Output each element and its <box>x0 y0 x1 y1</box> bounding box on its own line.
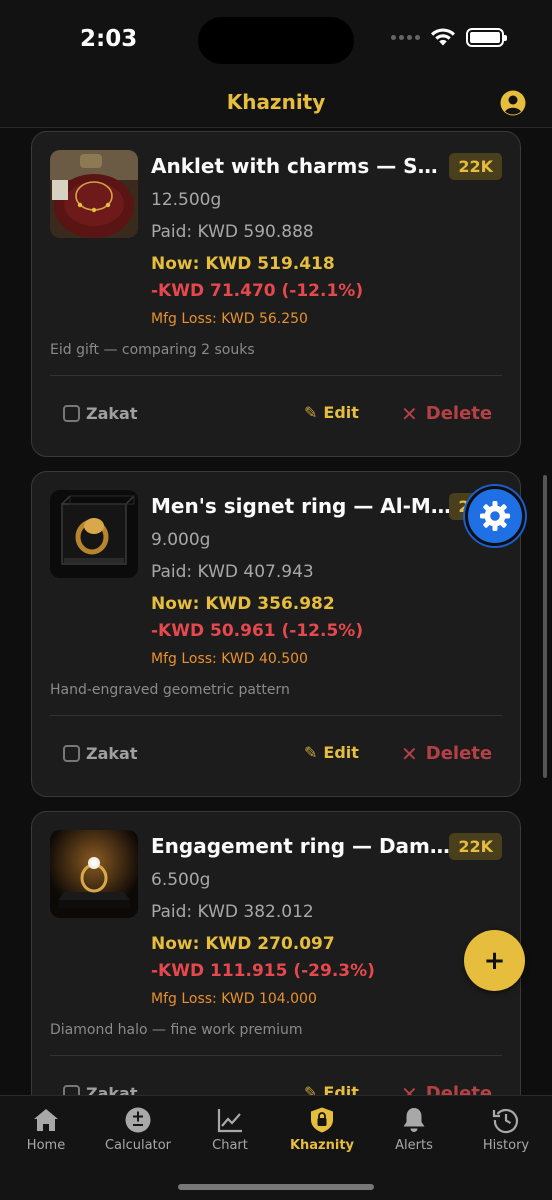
paid-amount: Paid: KWD 590.888 <box>151 222 314 242</box>
edit-label: Edit <box>323 743 359 762</box>
nav-label: Alerts <box>395 1138 433 1153</box>
dynamic-island <box>198 17 354 64</box>
cellular-signal-icon <box>391 35 420 40</box>
item-weight: 12.500g <box>151 190 222 210</box>
delete-label: Delete <box>425 1083 493 1095</box>
zakat-checkbox[interactable] <box>63 1085 80 1095</box>
edit-button[interactable]: ✎ Edit <box>304 743 359 762</box>
manufacturing-loss: Mfg Loss: KWD 56.250 <box>151 311 308 327</box>
holding-card: Engagement ring — Damascus Jewelers 22K … <box>31 811 521 1095</box>
settings-button[interactable] <box>465 486 525 546</box>
nav-label: Chart <box>212 1138 248 1153</box>
edit-button[interactable]: ✎ Edit <box>304 1083 359 1095</box>
scrollbar[interactable] <box>543 475 547 778</box>
value-change: -KWD 71.470 (-12.1%) <box>151 281 364 301</box>
delete-label: Delete <box>425 743 493 764</box>
paid-amount: Paid: KWD 382.012 <box>151 902 314 922</box>
manufacturing-loss: Mfg Loss: KWD 104.000 <box>151 991 317 1007</box>
karat-badge: 22K <box>449 153 502 180</box>
nav-khaznity[interactable]: Khaznity <box>276 1106 368 1153</box>
nav-label: Calculator <box>104 1138 171 1153</box>
nav-chart[interactable]: Chart <box>184 1106 276 1153</box>
item-name: Engagement ring — Damascus Jewelers <box>151 834 451 858</box>
delete-label: Delete <box>425 403 493 424</box>
current-value: Now: KWD 356.982 <box>151 594 335 614</box>
paid-amount: Paid: KWD 407.943 <box>151 562 314 582</box>
delete-button[interactable]: ✕ Delete <box>401 403 492 424</box>
item-photo-engagement-ring <box>50 830 138 918</box>
chart-icon <box>217 1109 242 1133</box>
card-divider <box>50 1055 502 1056</box>
home-indicator[interactable] <box>178 1184 374 1190</box>
item-weight: 9.000g <box>151 530 211 550</box>
item-name: Anklet with charms — Salhiya Complex <box>151 154 451 178</box>
app-header: Khaznity <box>0 80 552 128</box>
pencil-icon: ✎ <box>304 743 318 762</box>
add-item-button[interactable]: + <box>464 930 525 991</box>
holding-card: Anklet with charms — Salhiya Complex 22K… <box>31 131 521 457</box>
nav-calculator[interactable]: Calculator <box>92 1106 184 1153</box>
bottom-navigation: Home Calculator Chart Khaznity Alerts Hi… <box>0 1095 552 1200</box>
item-note: Diamond halo — fine work premium <box>50 1022 303 1038</box>
nav-alerts[interactable]: Alerts <box>368 1106 460 1153</box>
karat-badge: 22K <box>449 833 502 860</box>
zakat-checkbox[interactable] <box>63 745 80 762</box>
edit-label: Edit <box>323 1083 359 1095</box>
edit-button[interactable]: ✎ Edit <box>304 403 359 422</box>
gear-icon <box>480 501 510 531</box>
nav-label: Khaznity <box>289 1138 355 1153</box>
edit-label: Edit <box>323 403 359 422</box>
zakat-label: Zakat <box>86 744 138 763</box>
manufacturing-loss: Mfg Loss: KWD 40.500 <box>151 651 308 667</box>
item-note: Hand-engraved geometric pattern <box>50 682 290 698</box>
zakat-label: Zakat <box>86 1084 138 1095</box>
vault-icon <box>311 1107 333 1133</box>
item-photo-signet-ring <box>50 490 138 578</box>
zakat-toggle[interactable]: Zakat <box>63 1084 137 1095</box>
zakat-checkbox[interactable] <box>63 405 80 422</box>
holding-card: Men's signet ring — Al-Maliya Souk 22K 9… <box>31 471 521 797</box>
card-divider <box>50 715 502 716</box>
nav-home[interactable]: Home <box>0 1106 92 1153</box>
nav-label: History <box>482 1138 530 1153</box>
current-value: Now: KWD 519.418 <box>151 254 335 274</box>
nav-label: Home <box>26 1138 66 1153</box>
close-icon: ✕ <box>401 741 418 766</box>
status-bar: 2:03 <box>0 0 552 80</box>
item-name: Men's signet ring — Al-Maliya Souk <box>151 494 451 518</box>
history-icon <box>492 1109 519 1134</box>
close-icon: ✕ <box>401 401 418 426</box>
battery-icon <box>466 28 507 47</box>
pencil-icon: ✎ <box>304 403 318 422</box>
nav-history[interactable]: History <box>460 1106 552 1153</box>
item-photo-anklet <box>50 150 138 238</box>
zakat-toggle[interactable]: Zakat <box>63 744 137 763</box>
value-change: -KWD 50.961 (-12.5%) <box>151 621 364 641</box>
status-icons <box>391 28 507 47</box>
value-change: -KWD 111.915 (-29.3%) <box>151 961 375 981</box>
zakat-toggle[interactable]: Zakat <box>63 404 137 423</box>
profile-icon[interactable] <box>500 90 526 116</box>
status-time: 2:03 <box>80 26 138 52</box>
item-note: Eid gift — comparing 2 souks <box>50 342 255 358</box>
home-icon <box>34 1109 58 1131</box>
wifi-icon <box>431 28 455 46</box>
delete-button[interactable]: ✕ Delete <box>401 743 492 764</box>
close-icon: ✕ <box>401 1081 418 1096</box>
delete-button[interactable]: ✕ Delete <box>401 1083 492 1095</box>
pencil-icon: ✎ <box>304 1083 318 1095</box>
item-weight: 6.500g <box>151 870 211 890</box>
card-divider <box>50 375 502 376</box>
zakat-label: Zakat <box>86 404 138 423</box>
current-value: Now: KWD 270.097 <box>151 934 335 954</box>
calculator-icon <box>125 1107 151 1133</box>
page-title: Khaznity <box>226 90 326 114</box>
bell-icon <box>403 1108 425 1132</box>
